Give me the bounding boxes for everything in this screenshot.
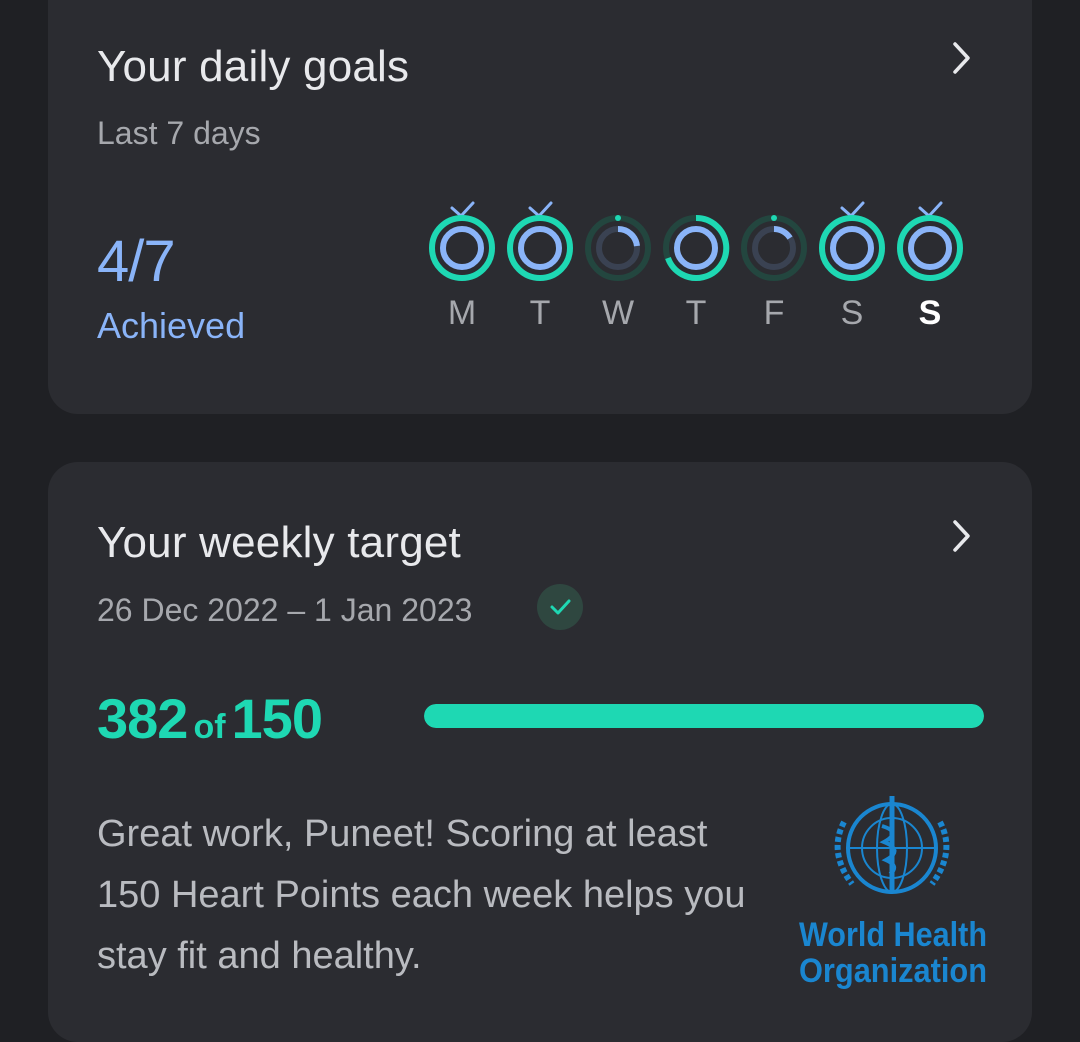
- daily-goal-rings: M T W T F S S: [429, 201, 963, 332]
- day-ring-sat[interactable]: S: [819, 201, 885, 332]
- weekly-target-card[interactable]: Your weekly target 26 Dec 2022 – 1 Jan 2…: [48, 462, 1032, 1042]
- heart-points-current: 382: [97, 687, 188, 750]
- day-ring-thu[interactable]: T: [663, 214, 730, 332]
- heart-points-target: 150: [231, 687, 323, 750]
- day-label: F: [764, 294, 785, 332]
- goals-achieved-count: 4/7: [97, 229, 176, 294]
- weekly-progress-fill: [424, 704, 984, 728]
- who-logo: World Health Organization: [799, 796, 987, 990]
- check-icon: [918, 201, 943, 218]
- heart-points-progress: 382 of 150: [97, 686, 323, 751]
- check-icon: [840, 201, 865, 218]
- day-label: T: [686, 294, 707, 332]
- day-ring-tue[interactable]: T: [507, 201, 573, 332]
- heart-points-of: of: [193, 708, 226, 746]
- daily-goals-title: Your daily goals: [97, 42, 410, 91]
- day-label-today: S: [919, 294, 942, 332]
- weekly-target-title: Your weekly target: [97, 518, 461, 567]
- day-label: W: [602, 294, 634, 332]
- day-ring-mon[interactable]: M: [429, 201, 495, 332]
- chevron-right-icon[interactable]: [946, 516, 976, 556]
- day-label: S: [841, 294, 864, 332]
- weekly-progress-bar: [424, 704, 984, 728]
- weekly-date-range: 26 Dec 2022 – 1 Jan 2023: [97, 592, 473, 628]
- goals-achieved-label: Achieved: [97, 305, 246, 346]
- check-icon: [528, 201, 553, 218]
- daily-goals-card[interactable]: Your daily goals Last 7 days 4/7 Achieve…: [48, 0, 1032, 414]
- day-label: M: [448, 294, 476, 332]
- day-ring-wed[interactable]: W: [585, 215, 651, 332]
- daily-goals-subtitle: Last 7 days: [97, 115, 261, 151]
- day-label: T: [530, 294, 551, 332]
- chevron-right-icon[interactable]: [946, 38, 976, 78]
- svg-text:World Health: World Health: [799, 916, 987, 954]
- day-ring-fri[interactable]: F: [741, 215, 807, 332]
- check-icon: [537, 584, 583, 630]
- svg-text:Organization: Organization: [799, 952, 987, 990]
- check-icon: [450, 201, 475, 218]
- day-ring-sun[interactable]: S: [897, 201, 963, 332]
- weekly-message: Great work, Puneet! Scoring at least 150…: [97, 813, 746, 977]
